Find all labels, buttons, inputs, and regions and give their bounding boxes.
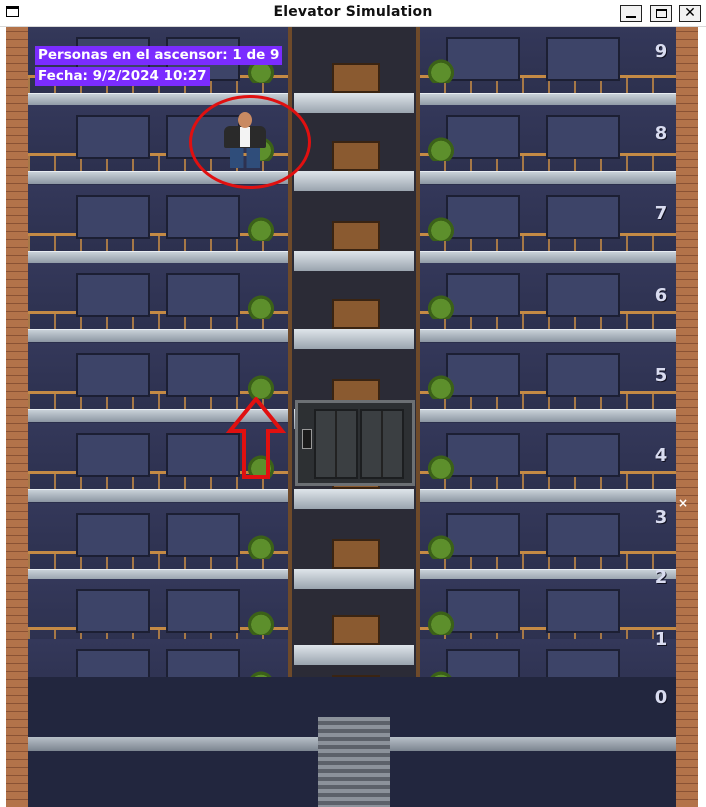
shaft-landing-door bbox=[332, 63, 380, 93]
date-label: Fecha: 9/2/2024 10:27 bbox=[35, 67, 210, 86]
shaft-landing-door bbox=[332, 141, 380, 171]
apartment-window bbox=[446, 513, 520, 557]
plant-icon bbox=[426, 453, 456, 479]
status-overlay: Personas en el ascensor: 1 de 9 Fecha: 9… bbox=[35, 44, 283, 86]
floor-number-label: 6 bbox=[654, 285, 668, 306]
apartment-window bbox=[76, 115, 150, 159]
plant-icon bbox=[246, 215, 276, 241]
apartment-window bbox=[446, 115, 520, 159]
floor-number-label: 1 bbox=[654, 629, 668, 650]
floor-number-label: 8 bbox=[654, 123, 668, 144]
floor-number-label: 2 bbox=[654, 567, 668, 588]
apartment-window bbox=[446, 433, 520, 477]
floor-number-label: 9 bbox=[654, 41, 668, 62]
minimize-icon bbox=[626, 16, 636, 18]
shaft-landing bbox=[294, 569, 414, 589]
shaft-landing bbox=[294, 489, 414, 509]
plant-icon bbox=[426, 373, 456, 399]
shaft-landing bbox=[294, 645, 414, 665]
apartment-window bbox=[446, 37, 520, 81]
elevator-door-left bbox=[314, 409, 358, 479]
shaft-cursor-marker: × bbox=[678, 496, 689, 510]
person-highlight-circle bbox=[189, 95, 311, 189]
shaft-landing-door bbox=[332, 539, 380, 569]
apartment-window bbox=[546, 273, 620, 317]
close-icon: ✕ bbox=[684, 5, 696, 21]
close-button[interactable]: ✕ bbox=[679, 5, 701, 22]
apartment-window bbox=[166, 353, 240, 397]
brick-wall-left bbox=[6, 27, 28, 807]
apartment-window bbox=[166, 513, 240, 557]
plant-icon bbox=[246, 609, 276, 635]
plant-icon bbox=[426, 215, 456, 241]
plant-icon bbox=[426, 135, 456, 161]
title-bar: Elevator Simulation ✕ bbox=[0, 0, 706, 27]
plant-icon bbox=[426, 533, 456, 559]
maximize-button[interactable] bbox=[650, 5, 672, 22]
floor-number-label: 7 bbox=[654, 203, 668, 224]
building-scene: × 9 8 7 6 5 4 3 2 1 0 Personas en el ascensor: 1 … bbox=[6, 27, 698, 807]
apartment-window bbox=[166, 195, 240, 239]
apartment-window bbox=[446, 353, 520, 397]
entrance-stairs bbox=[318, 717, 390, 807]
apartment-window bbox=[546, 433, 620, 477]
people-count-label: Personas en el ascensor: 1 de 9 bbox=[35, 46, 283, 65]
minimize-button[interactable] bbox=[620, 5, 642, 22]
apartment-window bbox=[446, 273, 520, 317]
apartment-window bbox=[446, 589, 520, 633]
apartment-window bbox=[546, 195, 620, 239]
apartment-window bbox=[76, 353, 150, 397]
floor-number-label: 3 bbox=[654, 507, 668, 528]
shaft-landing-door bbox=[332, 615, 380, 645]
apartment-window bbox=[76, 195, 150, 239]
plant-icon bbox=[426, 293, 456, 319]
apartment-window bbox=[166, 273, 240, 317]
floor-number-label: 4 bbox=[654, 445, 668, 466]
shaft-landing bbox=[294, 251, 414, 271]
up-arrow-icon bbox=[226, 397, 286, 479]
plant-icon bbox=[246, 533, 276, 559]
shaft-landing-door bbox=[332, 221, 380, 251]
apartment-window bbox=[76, 433, 150, 477]
elevator-door-right bbox=[360, 409, 404, 479]
apartment-window bbox=[76, 589, 150, 633]
apartment-window bbox=[546, 513, 620, 557]
apartment-window bbox=[76, 513, 150, 557]
apartment-window bbox=[446, 195, 520, 239]
plant-icon bbox=[246, 293, 276, 319]
plant-icon bbox=[246, 373, 276, 399]
window-title: Elevator Simulation bbox=[273, 4, 433, 20]
shaft-landing bbox=[294, 329, 414, 349]
plant-icon bbox=[426, 57, 456, 83]
plant-icon bbox=[426, 609, 456, 635]
apartment-window bbox=[546, 589, 620, 633]
apartment-window bbox=[546, 115, 620, 159]
maximize-icon bbox=[655, 9, 667, 18]
shaft-landing bbox=[294, 93, 414, 113]
brick-wall-right bbox=[676, 27, 698, 807]
floor-number-label: 0 bbox=[654, 687, 668, 708]
apartment-window bbox=[546, 37, 620, 81]
shaft-landing-door bbox=[332, 299, 380, 329]
floor-number-label: 5 bbox=[654, 365, 668, 386]
apartment-window bbox=[546, 353, 620, 397]
shaft-landing bbox=[294, 171, 414, 191]
elevator-call-panel bbox=[302, 429, 312, 449]
apartment-window bbox=[166, 589, 240, 633]
elevator-car bbox=[295, 400, 415, 486]
apartment-window bbox=[76, 273, 150, 317]
